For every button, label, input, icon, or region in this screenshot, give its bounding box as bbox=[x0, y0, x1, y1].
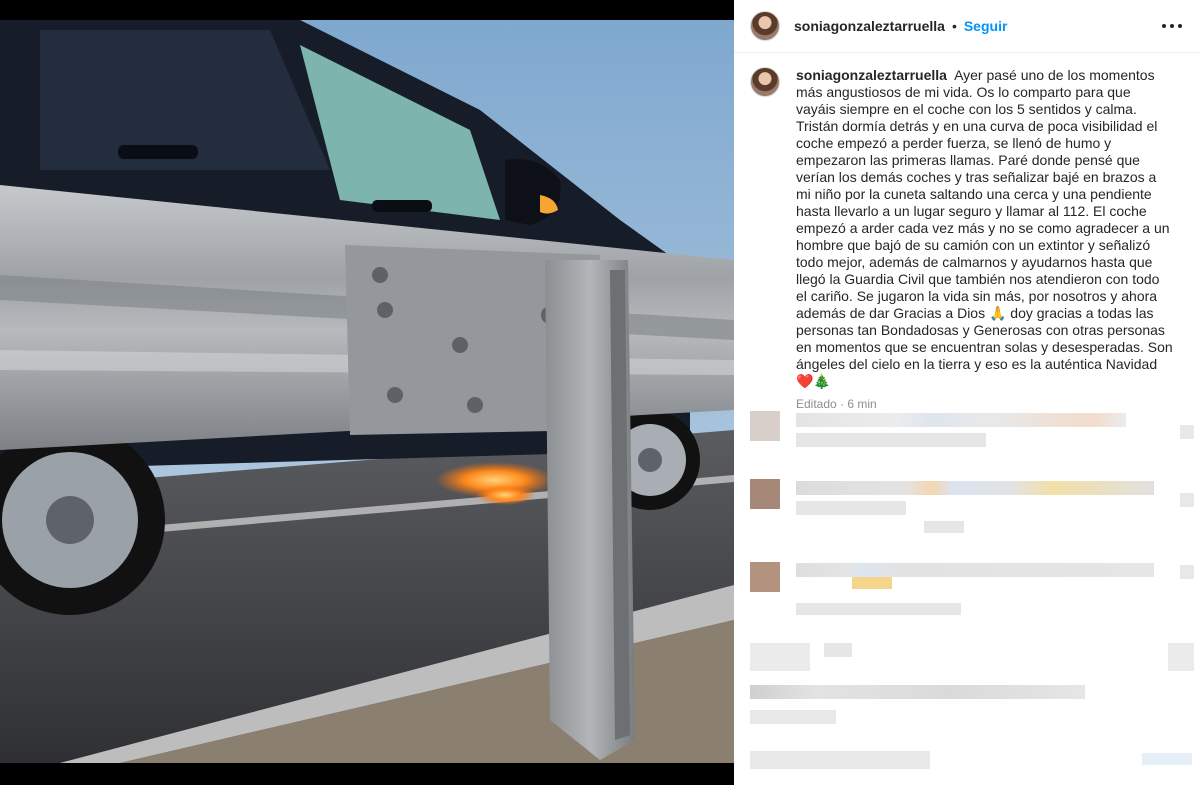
pixelated-avatar bbox=[750, 479, 780, 509]
pixelated-comment-line bbox=[796, 501, 906, 515]
pixelated-comment-line bbox=[852, 577, 892, 589]
pixelated-comment-line bbox=[824, 643, 852, 657]
more-options-icon[interactable] bbox=[1160, 14, 1184, 38]
pixelated-comment-line bbox=[796, 413, 1126, 427]
post-caption: soniagonzaleztarruella Ayer pasé uno de … bbox=[734, 53, 1200, 411]
instagram-post: soniagonzaleztarruella • Seguir soniagon… bbox=[0, 0, 1200, 785]
caption-text: Ayer pasé uno de los momentos más angust… bbox=[796, 67, 1173, 389]
pixelated-comment-line bbox=[796, 603, 961, 615]
pixelated-icon bbox=[1180, 425, 1194, 439]
pixelated-icon bbox=[1180, 493, 1194, 507]
caption-avatar[interactable] bbox=[750, 67, 780, 97]
pixelated-comments bbox=[734, 405, 1200, 785]
pixelated-comment-line bbox=[796, 563, 1154, 577]
pixelated-comment-line bbox=[750, 751, 930, 769]
pixelated-icon bbox=[1168, 643, 1194, 671]
ellipsis-icon bbox=[1162, 24, 1182, 28]
author-username[interactable]: soniagonzaleztarruella bbox=[794, 18, 945, 34]
pixelated-comment-line bbox=[750, 685, 1085, 699]
profile-avatar[interactable] bbox=[750, 11, 780, 41]
post-photo-pane bbox=[0, 0, 734, 785]
pixelated-icon bbox=[1142, 753, 1192, 765]
pixelated-comment-line bbox=[750, 710, 836, 724]
post-side-panel: soniagonzaleztarruella • Seguir soniagon… bbox=[734, 0, 1200, 785]
pixelated-comment-line bbox=[750, 643, 810, 671]
caption-username[interactable]: soniagonzaleztarruella bbox=[796, 67, 947, 83]
pixelated-avatar bbox=[750, 411, 780, 441]
post-header: soniagonzaleztarruella • Seguir bbox=[734, 0, 1200, 53]
pixelated-comment-line bbox=[796, 481, 1154, 495]
pixelated-comment-line bbox=[924, 521, 964, 533]
pixelated-avatar bbox=[750, 562, 780, 592]
post-photo[interactable] bbox=[0, 20, 734, 763]
pixelated-comment-line bbox=[796, 433, 986, 447]
caption-body: soniagonzaleztarruella Ayer pasé uno de … bbox=[796, 67, 1174, 411]
follow-button[interactable]: Seguir bbox=[964, 18, 1008, 34]
header-separator: • bbox=[951, 18, 957, 34]
pixelated-icon bbox=[1180, 565, 1194, 579]
caption-text-block: soniagonzaleztarruella Ayer pasé uno de … bbox=[796, 67, 1174, 390]
